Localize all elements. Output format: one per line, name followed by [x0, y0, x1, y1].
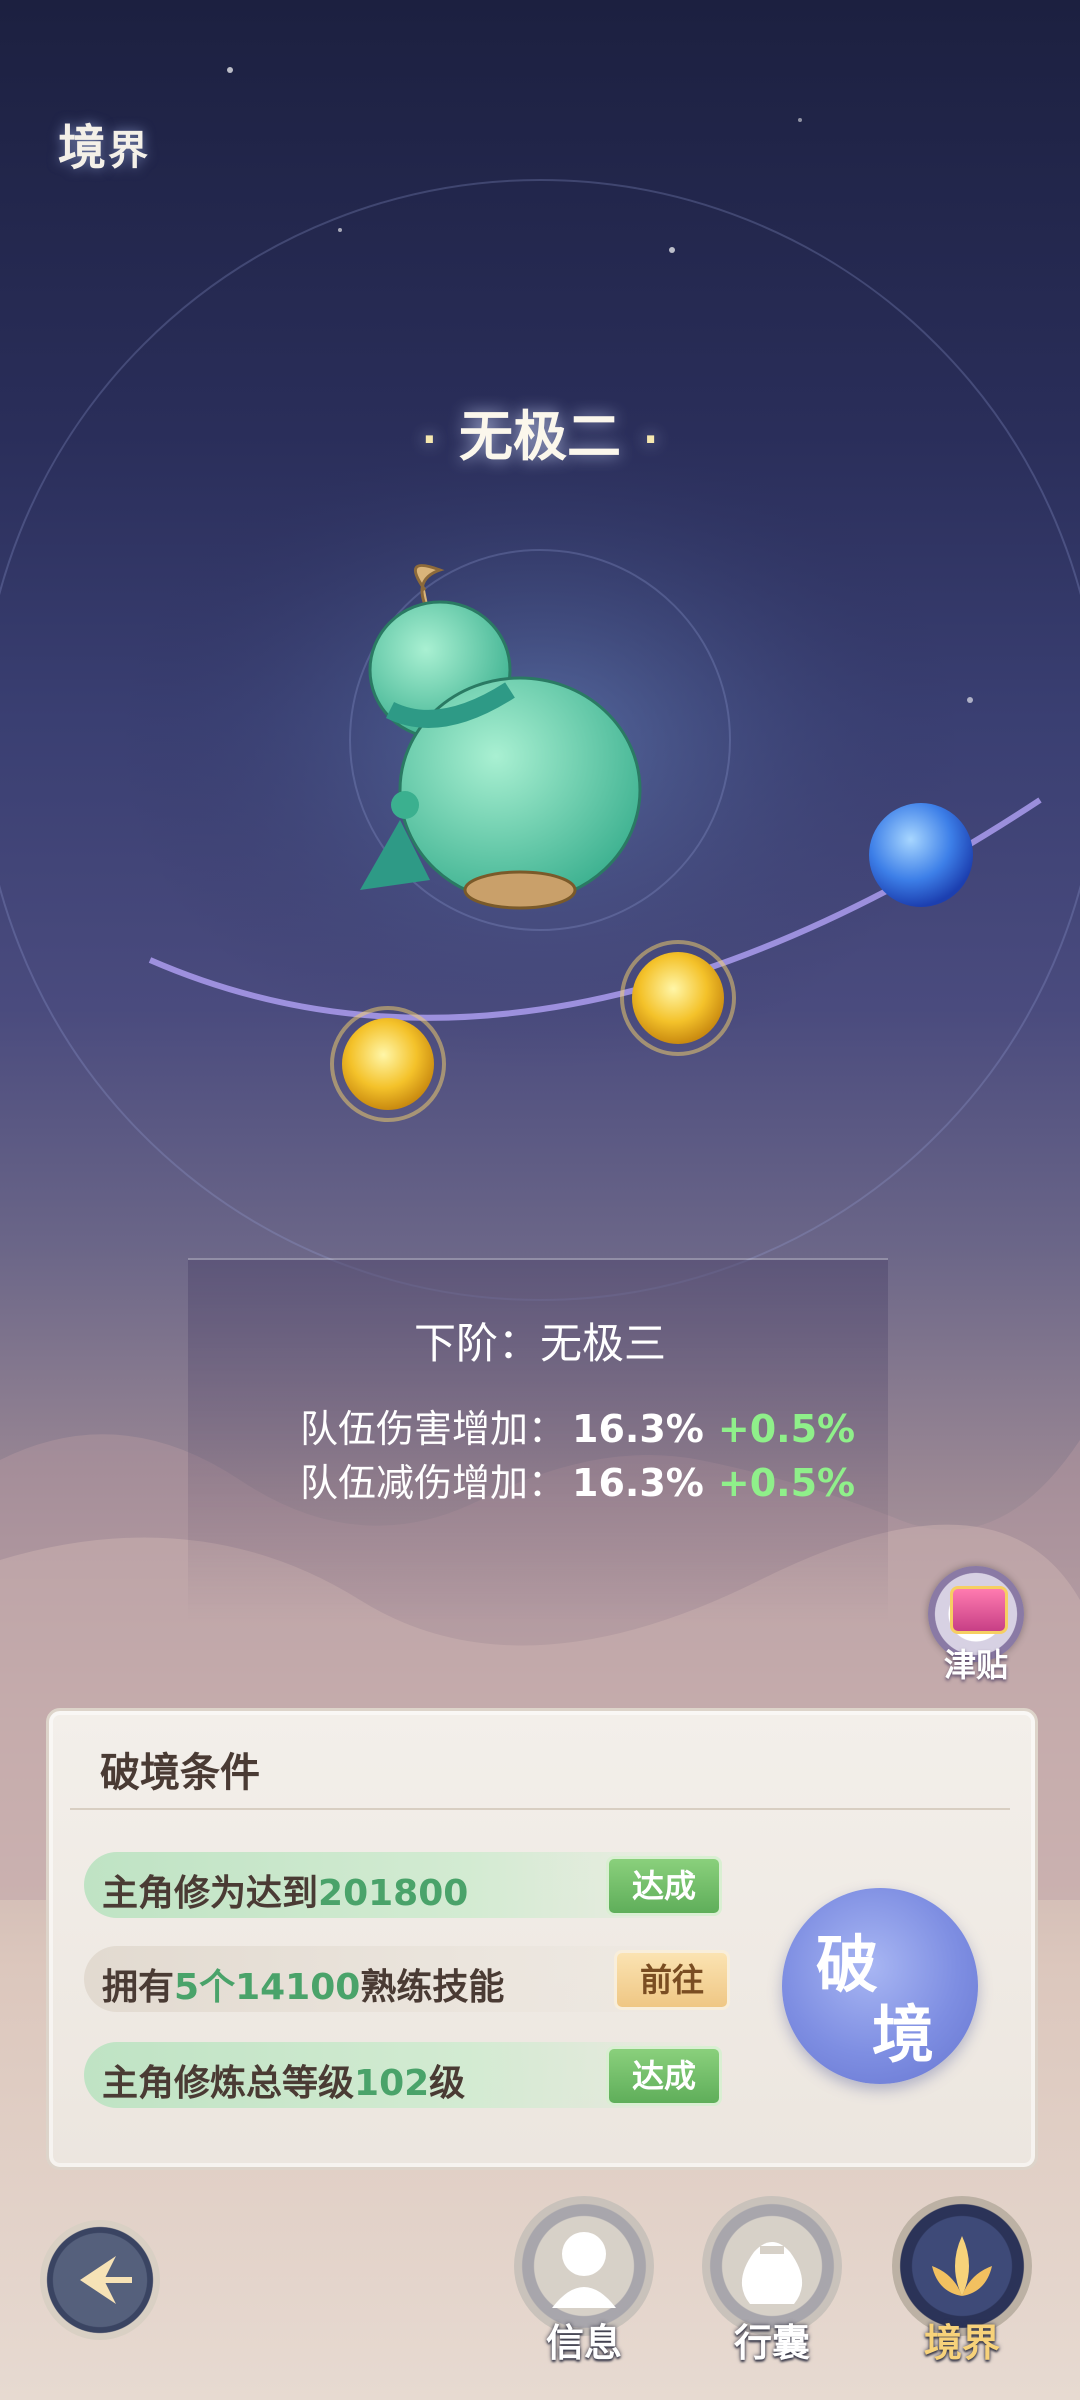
current-realm-name: 无极二 — [459, 405, 621, 468]
stat-row-damage: 队伍伤害增加： 16.3% +0.5% — [300, 1398, 855, 1453]
decor-dot-icon: · — [421, 417, 437, 464]
page-title: 境界 — [58, 108, 150, 178]
next-tier-line: 下阶：无极三 — [0, 1310, 1080, 1371]
stat-row-reduction: 队伍减伤增加： 16.3% +0.5% — [300, 1452, 855, 1507]
achieved-badge: 达成 — [606, 1856, 722, 1916]
stat-increase: +0.5% — [717, 1407, 856, 1451]
break-button-char2: 境 — [872, 1998, 935, 2071]
stat-label: 队伍伤害增加： — [300, 1407, 567, 1451]
condition-row: 拥有5个14100熟练技能 前往 — [84, 1946, 730, 2012]
condition-row: 主角修炼总等级102级 达成 — [84, 2042, 724, 2108]
next-tier-name: 无极三 — [540, 1319, 667, 1368]
condition-text: 主角修炼总等级102级 — [102, 2063, 466, 2104]
nav-info[interactable]: 信息 — [514, 2196, 654, 2365]
gourd-artifact — [330, 560, 710, 920]
gold-orb-icon — [330, 1006, 446, 1122]
page-title-main: 境 — [58, 120, 109, 176]
blue-orb-icon — [866, 800, 976, 910]
subsidy-button[interactable]: 津贴 — [928, 1566, 1024, 1686]
back-arrow-icon — [80, 2256, 132, 2304]
nav-bag[interactable]: 行囊 — [702, 2196, 842, 2365]
decor-dot-icon: · — [643, 417, 659, 464]
stat-label: 队伍减伤增加： — [300, 1461, 567, 1505]
divider — [70, 1808, 1010, 1810]
nav-bag-label: 行囊 — [733, 2321, 810, 2365]
condition-row: 主角修为达到201800 达成 — [84, 1852, 724, 1918]
nav-realm[interactable]: 境界 — [892, 2196, 1032, 2365]
stat-increase: +0.5% — [717, 1461, 856, 1505]
goto-button[interactable]: 前往 — [614, 1950, 730, 2010]
condition-text: 拥有5个14100熟练技能 — [102, 1967, 505, 2008]
break-realm-button[interactable]: 破 境 — [782, 1888, 978, 2084]
break-button-char1: 破 — [816, 1928, 879, 2001]
subsidy-label: 津贴 — [943, 1646, 1008, 1684]
back-button[interactable] — [40, 2220, 160, 2340]
condition-text: 主角修为达到201800 — [102, 1873, 469, 1914]
treasure-chest-icon — [950, 1586, 1008, 1634]
stat-value: 16.3% — [572, 1461, 704, 1505]
achieved-badge: 达成 — [606, 2046, 722, 2106]
conditions-title: 破境条件 — [100, 1750, 260, 1796]
nav-info-label: 信息 — [545, 2321, 622, 2365]
next-tier-label: 下阶： — [413, 1319, 540, 1368]
stat-value: 16.3% — [572, 1407, 704, 1451]
page-title-sub: 界 — [108, 128, 151, 174]
nav-realm-label: 境界 — [923, 2321, 1000, 2365]
gold-orb-icon — [620, 940, 736, 1056]
current-realm-title: · 无极二 · — [0, 392, 1080, 471]
